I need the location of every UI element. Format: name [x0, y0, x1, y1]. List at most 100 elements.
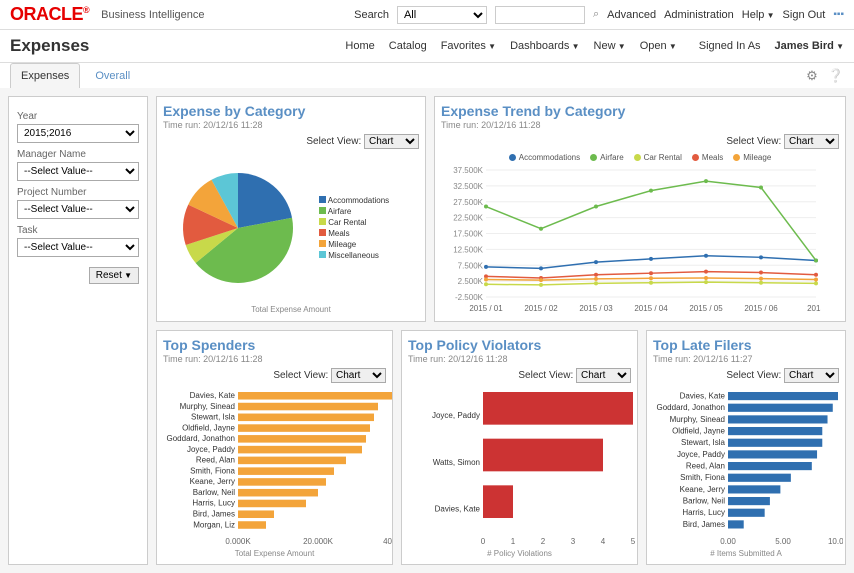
manager-select[interactable]: --Select Value-- [17, 162, 139, 181]
svg-text:Harris, Lucy: Harris, Lucy [682, 508, 725, 517]
nav-new[interactable]: New [594, 40, 626, 52]
project-select[interactable]: --Select Value-- [17, 200, 139, 219]
svg-text:Murphy, Sinead: Murphy, Sinead [670, 415, 725, 424]
svg-text:Stewart, Isla: Stewart, Isla [681, 438, 726, 447]
apps-icon[interactable]: ▪▪▪ [833, 9, 844, 20]
prompt-panel: Year 2015;2016 Manager Name --Select Val… [8, 96, 148, 565]
svg-text:2015 / 05: 2015 / 05 [689, 304, 723, 313]
svg-text:Reed, Alan: Reed, Alan [196, 456, 235, 465]
svg-text:Goddard, Jonathon: Goddard, Jonathon [167, 434, 236, 443]
bar-chart-violators[interactable]: Joyce, PaddyWatts, SimonDavies, Kate0123… [408, 387, 638, 547]
tab-expenses[interactable]: Expenses [10, 63, 80, 88]
help-icon[interactable]: ❔ [828, 68, 844, 84]
card-top-spenders: Top Spenders Time run: 20/12/16 11:28 Se… [156, 330, 393, 565]
svg-text:Watts, Simon: Watts, Simon [433, 458, 480, 467]
svg-text:-2.500K: -2.500K [455, 293, 484, 302]
advanced-link[interactable]: Advanced [607, 9, 656, 21]
svg-text:12.500K: 12.500K [453, 245, 483, 254]
time-run: Time run: 20/12/16 11:27 [653, 354, 839, 364]
svg-text:Reed, Alan: Reed, Alan [686, 462, 725, 471]
nav-catalog[interactable]: Catalog [389, 40, 427, 52]
svg-text:10.00: 10.00 [828, 537, 843, 546]
signed-in-label: Signed In As [699, 40, 761, 52]
nav-favorites[interactable]: Favorites [441, 40, 496, 52]
page-title: Expenses [10, 36, 89, 56]
svg-text:40.000K: 40.000K [383, 537, 393, 546]
view-select[interactable]: Chart [331, 368, 386, 383]
svg-text:7.500K: 7.500K [458, 261, 484, 270]
svg-text:Smith, Fiona: Smith, Fiona [190, 466, 235, 475]
svg-text:5: 5 [631, 537, 636, 546]
svg-text:Davies, Kate: Davies, Kate [190, 391, 236, 400]
admin-link[interactable]: Administration [664, 9, 734, 21]
svg-text:2015 / 06: 2015 / 06 [744, 304, 778, 313]
gear-icon[interactable]: ⚙ [806, 68, 818, 84]
svg-text:0.000K: 0.000K [225, 537, 251, 546]
line-chart[interactable]: -2.500K2.500K7.500K12.500K17.500K22.500K… [441, 165, 821, 315]
svg-text:17.500K: 17.500K [453, 230, 483, 239]
svg-text:Joyce, Paddy: Joyce, Paddy [677, 450, 725, 459]
svg-text:2: 2 [541, 537, 546, 546]
svg-text:Oldfield, Jayne: Oldfield, Jayne [182, 423, 235, 432]
svg-text:4: 4 [601, 537, 606, 546]
view-select[interactable]: Chart [576, 368, 631, 383]
sub-header: Expenses Home Catalog Favorites Dashboar… [0, 30, 854, 63]
svg-text:Davies, Kate: Davies, Kate [680, 392, 726, 401]
svg-text:Murphy, Sinead: Murphy, Sinead [180, 402, 235, 411]
manager-label: Manager Name [17, 149, 139, 160]
global-header: ORACLE® Business Intelligence Search All… [0, 0, 854, 30]
nav-home[interactable]: Home [345, 40, 374, 52]
oracle-logo: ORACLE® [10, 4, 89, 25]
nav-dashboards[interactable]: Dashboards [510, 40, 579, 52]
card-top-late-filers: Top Late Filers Time run: 20/12/16 11:27… [646, 330, 846, 565]
pie-chart[interactable] [163, 153, 313, 303]
view-select[interactable]: Chart [784, 134, 839, 149]
svg-text:2015 / 01: 2015 / 01 [469, 304, 503, 313]
svg-text:2015 / 02: 2015 / 02 [524, 304, 558, 313]
card-title: Top Late Filers [653, 337, 839, 353]
card-title: Expense Trend by Category [441, 103, 839, 119]
svg-text:32.500K: 32.500K [453, 182, 483, 191]
svg-text:Smith, Fiona: Smith, Fiona [680, 473, 725, 482]
reset-button[interactable]: Reset [89, 267, 139, 284]
svg-text:0.00: 0.00 [720, 537, 736, 546]
svg-text:22.500K: 22.500K [453, 214, 483, 223]
nav-open[interactable]: Open [640, 40, 677, 52]
help-menu[interactable]: Help [742, 9, 775, 21]
bar-chart-late-filers[interactable]: Davies, Kate Goddard, Jonathon Murphy, Sin… [653, 387, 843, 547]
time-run: Time run: 20/12/16 11:28 [408, 354, 631, 364]
svg-text:2015 / 03: 2015 / 03 [579, 304, 613, 313]
signout-link[interactable]: Sign Out [783, 9, 826, 21]
svg-text:Keane, Jerry: Keane, Jerry [680, 485, 725, 494]
svg-text:Goddard, Jonathon: Goddard, Jonathon [657, 403, 726, 412]
svg-text:Barlow, Neil: Barlow, Neil [683, 497, 725, 506]
card-expense-trend: Expense Trend by Category Time run: 20/1… [434, 96, 846, 322]
user-menu[interactable]: James Bird [775, 40, 844, 52]
time-run: Time run: 20/12/16 11:28 [441, 120, 839, 130]
search-scope-select[interactable]: All [397, 6, 487, 24]
time-run: Time run: 20/12/16 11:28 [163, 354, 386, 364]
card-title: Expense by Category [163, 103, 419, 119]
svg-text:37.500K: 37.500K [453, 166, 483, 175]
product-name: Business Intelligence [101, 9, 204, 21]
card-top-violators: Top Policy Violators Time run: 20/12/16 … [401, 330, 638, 565]
bar-chart-spenders[interactable]: Davies, Kate Murphy, Sinead Stewart, IslaO… [163, 387, 393, 547]
view-select[interactable]: Chart [364, 134, 419, 149]
view-select[interactable]: Chart [784, 368, 839, 383]
task-select[interactable]: --Select Value-- [17, 238, 139, 257]
time-run: Time run: 20/12/16 11:28 [163, 120, 419, 130]
svg-text:Stewart, Isla: Stewart, Isla [191, 413, 236, 422]
task-label: Task [17, 225, 139, 236]
card-title: Top Policy Violators [408, 337, 631, 353]
project-label: Project Number [17, 187, 139, 198]
svg-text:2015: 2015 [807, 304, 821, 313]
svg-text:Bird, James: Bird, James [193, 509, 235, 518]
search-input[interactable] [495, 6, 585, 24]
year-select[interactable]: 2015;2016 [17, 124, 139, 143]
tab-overall[interactable]: Overall [84, 63, 141, 88]
line-legend: AccommodationsAirfareCar RentalMealsMile… [441, 153, 839, 162]
svg-text:Joyce, Paddy: Joyce, Paddy [432, 411, 480, 420]
svg-text:Barlow, Neil: Barlow, Neil [193, 488, 235, 497]
search-icon[interactable]: ⌕ [593, 8, 599, 21]
svg-text:27.500K: 27.500K [453, 198, 483, 207]
